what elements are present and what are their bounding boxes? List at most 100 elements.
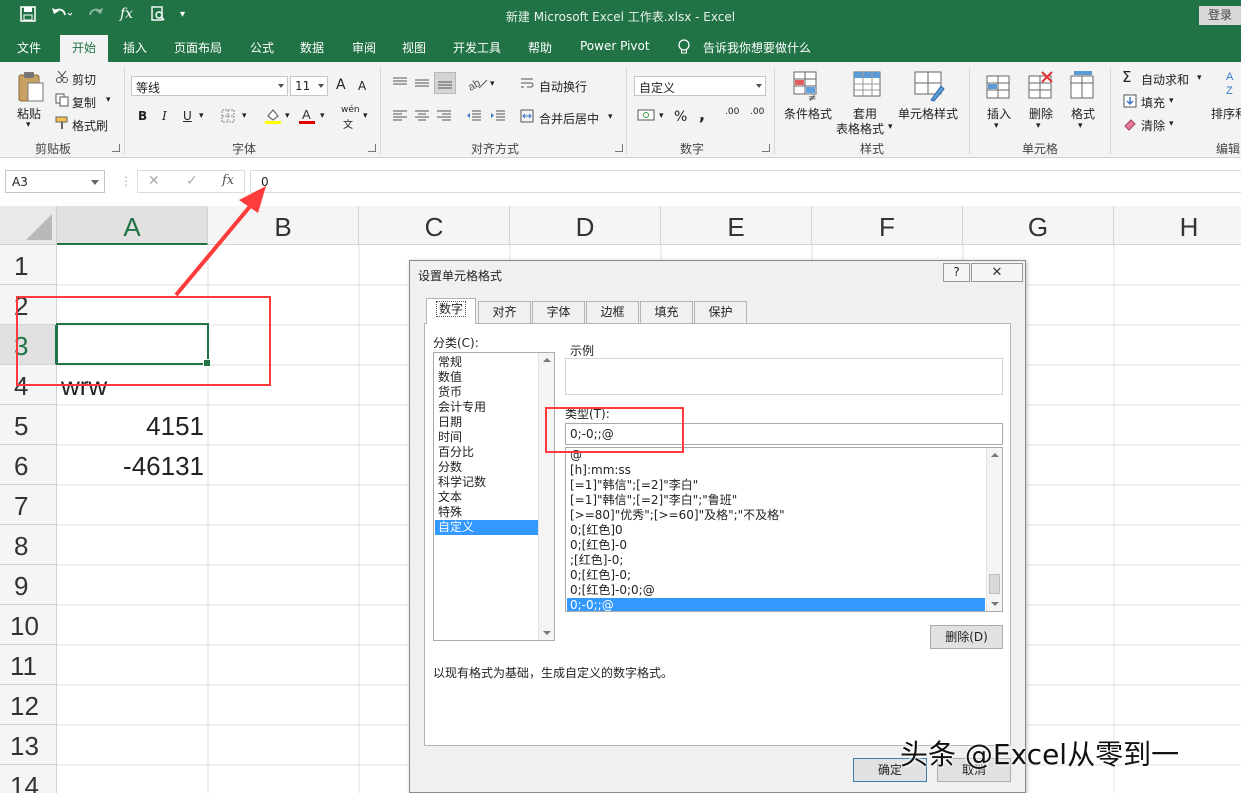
format-painter-button[interactable]: 格式刷 (72, 117, 108, 134)
conditional-formatting-icon[interactable]: ≠ (792, 70, 824, 105)
tab-developer[interactable]: 开发工具 (453, 39, 501, 56)
tab-data[interactable]: 数据 (300, 39, 324, 56)
row-header-11[interactable]: 11 (0, 645, 57, 685)
format-cells-button[interactable]: 格式 (1071, 105, 1095, 122)
insert-cells-button[interactable]: 插入 (987, 105, 1011, 122)
insert-cells-icon[interactable] (985, 70, 1013, 105)
paste-dropdown-icon[interactable]: ▾ (26, 120, 31, 130)
italic-button[interactable]: I (162, 109, 167, 123)
decrease-indent-icon[interactable] (466, 110, 482, 125)
tab-view[interactable]: 视图 (402, 39, 426, 56)
clear-icon[interactable] (1123, 117, 1137, 134)
tab-number[interactable]: 数字 (426, 298, 476, 324)
phonetic-button[interactable]: wén (341, 105, 360, 115)
tab-fill[interactable]: 填充 (640, 301, 693, 323)
font-color-icon[interactable]: A (298, 107, 316, 128)
scroll-down-icon[interactable] (991, 602, 999, 606)
help-button[interactable]: ? (943, 263, 970, 282)
delete-cells-button[interactable]: 删除 (1029, 105, 1053, 122)
category-item[interactable]: 货币 (435, 385, 538, 400)
borders-icon[interactable] (221, 109, 237, 126)
category-item[interactable]: 特殊 (435, 505, 538, 520)
orientation-icon[interactable]: ab (466, 75, 491, 94)
select-all-button[interactable] (0, 206, 57, 245)
conditional-formatting-button[interactable]: 条件格式 (784, 105, 832, 122)
tab-power-pivot[interactable]: Power Pivot (580, 39, 650, 53)
close-button[interactable]: ✕ (971, 263, 1023, 282)
clear-button[interactable]: 清除 (1141, 117, 1165, 134)
type-item[interactable]: [=1]"韩信";[=2]"李白" (567, 478, 985, 493)
insert-dropdown-icon[interactable]: ▾ (994, 121, 999, 131)
login-button[interactable]: 登录 (1199, 6, 1241, 25)
format-as-table-label[interactable]: 表格格式 (836, 120, 884, 137)
tab-protection[interactable]: 保护 (694, 301, 747, 323)
number-format-combo[interactable]: 自定义 (634, 76, 766, 96)
number-dialog-launcher[interactable] (762, 144, 770, 152)
row-header-12[interactable]: 12 (0, 685, 57, 725)
type-list[interactable]: @ [h]:mm:ss [=1]"韩信";[=2]"李白" [=1]"韩信";[… (565, 447, 1003, 612)
copy-dropdown-icon[interactable]: ▾ (106, 95, 111, 105)
row-header-10[interactable]: 10 (0, 605, 57, 645)
scroll-up-icon[interactable] (991, 453, 999, 457)
sort-filter-icon[interactable]: AZ (1225, 68, 1241, 103)
format-as-table-icon[interactable] (852, 70, 884, 105)
autosum-icon[interactable]: Σ (1122, 68, 1131, 86)
row-header-1[interactable]: 1 (0, 245, 57, 285)
fill-dropdown-icon[interactable]: ▾ (1169, 96, 1174, 106)
delete-format-button[interactable]: 删除(D) (930, 625, 1003, 649)
type-item[interactable]: [>=80]"优秀";[>=60]"及格";"不及格" (567, 508, 985, 523)
category-item[interactable]: 数值 (435, 370, 538, 385)
column-header-h[interactable]: H (1114, 206, 1241, 245)
category-item[interactable]: 文本 (435, 490, 538, 505)
shrink-font-button[interactable]: A (358, 79, 366, 93)
scrollbar-thumb[interactable] (989, 574, 1000, 594)
font-name-combo[interactable]: 等线 (131, 76, 288, 96)
sort-filter-button[interactable]: 排序和 (1211, 105, 1241, 122)
fill-color-icon[interactable] (264, 107, 282, 128)
tab-font[interactable]: 字体 (532, 301, 585, 323)
font-color-dropdown-icon[interactable]: ▾ (320, 111, 325, 121)
insert-function-icon[interactable]: fx (222, 173, 234, 188)
cut-button[interactable]: 剪切 (72, 71, 96, 88)
clipboard-dialog-launcher[interactable] (112, 144, 120, 152)
column-header-f[interactable]: F (812, 206, 963, 245)
category-item[interactable]: 百分比 (435, 445, 538, 460)
underline-button[interactable]: U (183, 109, 192, 123)
column-header-e[interactable]: E (661, 206, 812, 245)
tab-help[interactable]: 帮助 (528, 39, 552, 56)
row-header-5[interactable]: 5 (0, 405, 57, 445)
confirm-entry-icon[interactable]: ✓ (186, 173, 198, 189)
fill-icon[interactable] (1123, 94, 1137, 111)
type-item[interactable]: 0;[红色]0 (567, 523, 985, 538)
orientation-dropdown-icon[interactable]: ▾ (490, 79, 495, 89)
increase-indent-icon[interactable] (490, 110, 506, 125)
category-list[interactable]: 常规 数值 货币 会计专用 日期 时间 百分比 分数 科学记数 文本 特殊 自定… (433, 352, 555, 641)
merge-dropdown-icon[interactable]: ▾ (608, 112, 613, 122)
format-as-table-dropdown-icon[interactable]: ▾ (888, 122, 893, 132)
tab-review[interactable]: 审阅 (352, 39, 376, 56)
column-header-b[interactable]: B (208, 206, 359, 245)
category-item[interactable]: 日期 (435, 415, 538, 430)
cell-a6[interactable]: -46131 (61, 451, 204, 482)
bold-button[interactable]: B (138, 109, 147, 123)
tab-border[interactable]: 边框 (586, 301, 639, 323)
category-item[interactable]: 科学记数 (435, 475, 538, 490)
autosum-button[interactable]: 自动求和 (1141, 71, 1189, 88)
comma-style-button[interactable]: , (699, 105, 705, 124)
column-header-g[interactable]: G (963, 206, 1114, 245)
category-item[interactable]: 常规 (435, 355, 538, 370)
scroll-down-icon[interactable] (543, 631, 551, 635)
merge-center-button[interactable]: 合并后居中 (539, 110, 599, 127)
format-painter-icon[interactable] (55, 116, 69, 133)
fill-button[interactable]: 填充 (1141, 94, 1165, 111)
delete-cells-icon[interactable] (1027, 70, 1055, 105)
align-middle-icon[interactable] (414, 76, 430, 93)
column-header-a[interactable]: A (57, 206, 208, 245)
cell-styles-icon[interactable] (913, 70, 945, 105)
accounting-format-icon[interactable] (637, 109, 655, 126)
wrap-text-button[interactable]: 自动换行 (539, 78, 587, 95)
percent-style-button[interactable]: % (674, 109, 687, 125)
type-item[interactable]: 0;[红色]-0; (567, 568, 985, 583)
formula-input[interactable]: 0 (250, 170, 1241, 193)
font-size-combo[interactable]: 11 (290, 76, 328, 96)
